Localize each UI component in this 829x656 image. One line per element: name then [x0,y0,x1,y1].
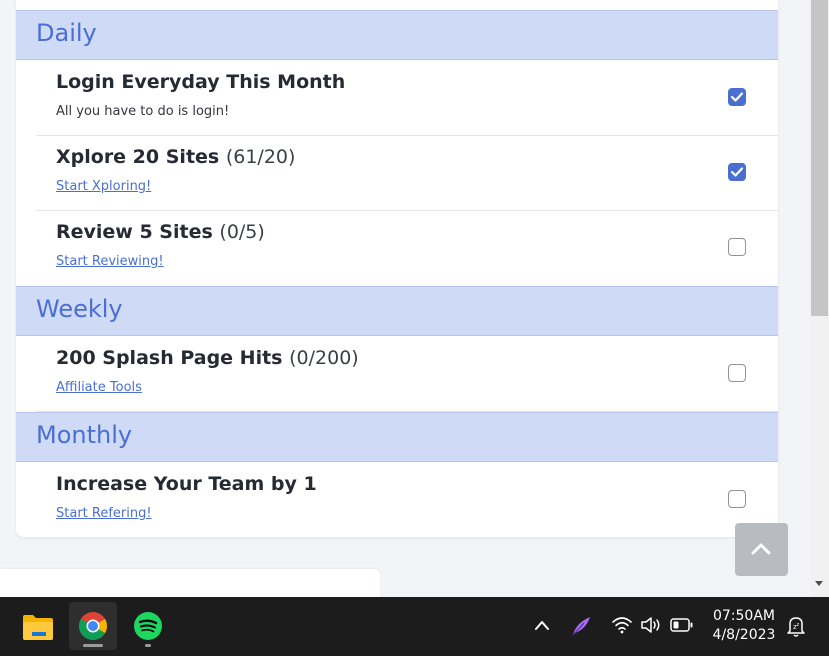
file-explorer-button[interactable] [14,602,62,650]
tasks-card: Daily Login Everyday This Month All you … [16,0,778,537]
scrollbar-thumb[interactable] [811,0,828,316]
task-description: All you have to do is login! [56,104,230,119]
chevron-up-icon[interactable] [534,619,550,631]
task-title: Xplore 20 Sites (61/20) [56,146,296,168]
task-row: Review 5 Sites (0/5) Start Reviewing! [36,211,778,286]
task-row: 200 Splash Page Hits (0/200) Affiliate T… [36,337,778,412]
battery-icon[interactable] [670,618,694,632]
task-checkbox[interactable] [728,490,746,508]
clock-time: 07:50AM [712,608,775,624]
chrome-icon [79,612,107,640]
running-app-indicator [145,644,151,647]
volume-icon[interactable] [640,616,662,634]
clock-date: 4/8/2023 [712,627,776,643]
active-app-indicator [83,644,103,647]
task-progress: (0/200) [289,347,359,369]
taskbar: 07:50AM 4/8/2023 z z [0,597,829,656]
chrome-button[interactable] [69,602,117,650]
section-title: Daily [36,19,97,47]
task-title: 200 Splash Page Hits (0/200) [56,347,359,369]
start-refering-link[interactable]: Start Refering! [56,506,152,521]
notification-bell-icon[interactable]: z z [786,615,806,637]
chevron-up-icon [751,543,771,555]
spotify-button[interactable] [124,602,172,650]
task-title: Review 5 Sites (0/5) [56,221,265,243]
task-row: Xplore 20 Sites (61/20) Start Xploring! [36,136,778,211]
svg-text:z: z [797,622,800,628]
start-xploring-link[interactable]: Start Xploring! [56,179,151,194]
scroll-to-top-button[interactable] [735,523,788,576]
task-checkbox[interactable] [728,88,746,106]
system-clock[interactable]: 07:50AM 4/8/2023 [700,607,788,645]
section-header-daily: Daily [16,10,778,60]
section-title: Weekly [36,295,123,323]
browser-viewport: Daily Login Everyday This Month All you … [0,0,810,597]
affiliate-tools-link[interactable]: Affiliate Tools [56,380,142,395]
task-checkbox[interactable] [728,238,746,256]
start-reviewing-link[interactable]: Start Reviewing! [56,254,164,269]
section-header-weekly: Weekly [16,286,778,336]
task-checkbox[interactable] [728,163,746,181]
wifi-icon[interactable] [611,616,633,634]
vertical-scrollbar[interactable] [810,0,829,597]
folder-icon [23,615,53,640]
footer-panel [0,569,380,597]
scroll-down-arrow-icon[interactable] [815,581,823,586]
section-title: Monthly [36,421,133,449]
feather-icon[interactable] [570,615,592,637]
task-title: Increase Your Team by 1 [56,473,317,495]
task-checkbox[interactable] [728,364,746,382]
task-progress: (61/20) [225,146,296,168]
section-header-monthly: Monthly [16,412,778,462]
task-progress: (0/5) [219,221,265,243]
task-row: Login Everyday This Month All you have t… [36,61,778,136]
task-title: Login Everyday This Month [56,71,346,93]
spotify-icon [134,612,162,640]
task-row: Increase Your Team by 1 Start Refering! [36,463,778,537]
